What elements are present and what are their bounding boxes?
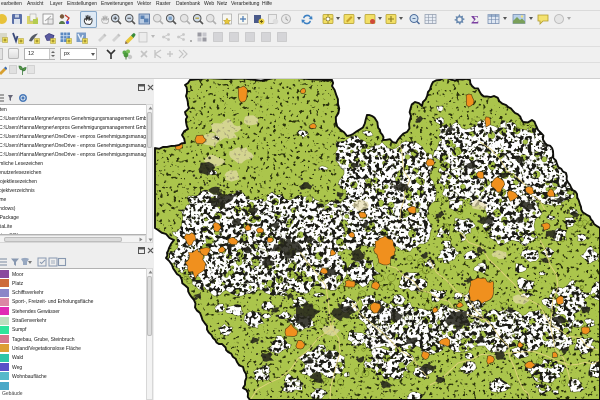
svg-text:Σ: Σ bbox=[471, 13, 479, 25]
